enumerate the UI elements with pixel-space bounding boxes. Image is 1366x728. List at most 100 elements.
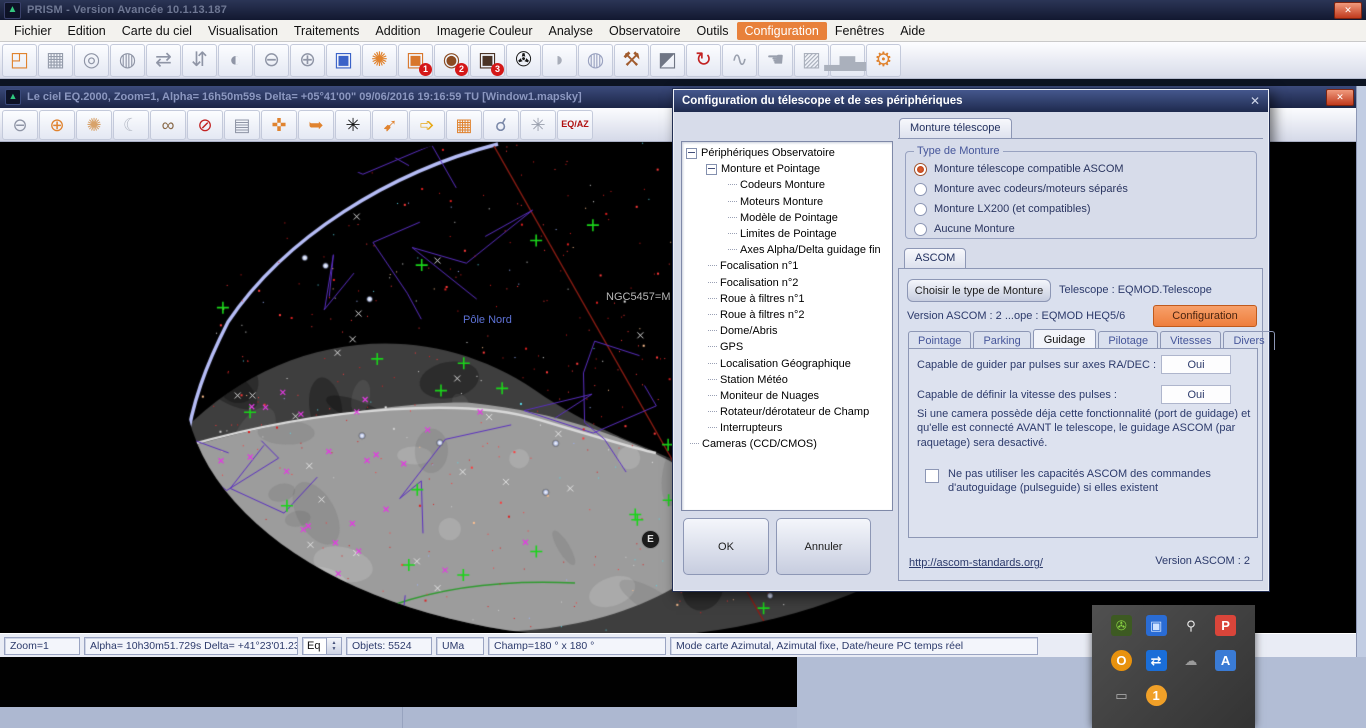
radio-option[interactable]: Aucune Monture	[914, 219, 1248, 239]
gears-icon[interactable]: ⚙	[866, 44, 901, 77]
calib-icon[interactable]: ◩	[650, 44, 685, 77]
menu-traitements[interactable]: Traitements	[286, 22, 368, 40]
spinner-icons[interactable]: ▲ ▼	[326, 638, 341, 654]
forbid-icon[interactable]: ⊘	[187, 110, 223, 140]
compress-gray-icon[interactable]: ✳	[520, 110, 556, 140]
tab-ascom[interactable]: ASCOM	[904, 248, 966, 268]
drop-icon[interactable]: ◗	[542, 44, 577, 77]
binoculars-icon[interactable]: ∞	[150, 110, 186, 140]
tree-item[interactable]: Moteurs Monture	[682, 194, 892, 210]
menu-fenetres[interactable]: Fenêtres	[827, 22, 892, 40]
expand-icon[interactable]: ✜	[261, 110, 297, 140]
menu-carte-du-ciel[interactable]: Carte du ciel	[114, 22, 200, 40]
telescope-icon[interactable]: ✇	[506, 44, 541, 77]
radio-option[interactable]: Monture télescope compatible ASCOM	[914, 159, 1248, 179]
menu-edition[interactable]: Edition	[60, 22, 114, 40]
curve-icon[interactable]: ∿	[722, 44, 757, 77]
zoom-in-icon[interactable]: ⊕	[290, 44, 325, 77]
nvidia-tray-icon[interactable]: ✇	[1111, 615, 1132, 636]
tree-item[interactable]: Roue à filtres n°1	[682, 291, 892, 307]
save-icon[interactable]: ▦	[38, 44, 73, 77]
tree-item[interactable]: Roue à filtres n°2	[682, 307, 892, 323]
rotate-icon[interactable]: ↻	[686, 44, 721, 77]
menu-imagerie-couleur[interactable]: Imagerie Couleur	[429, 22, 541, 40]
print-icon[interactable]: ▤	[224, 110, 260, 140]
flip-arrow-icon[interactable]: ➥	[298, 110, 334, 140]
tree-item[interactable]: Focalisation n°1	[682, 258, 892, 274]
tab-monture-telescope[interactable]: Monture télescope	[899, 118, 1012, 139]
pulseguide-checkbox[interactable]	[925, 469, 939, 483]
menu-observatoire[interactable]: Observatoire	[601, 22, 689, 40]
tree-item[interactable]: Monture et Pointage	[682, 161, 892, 177]
flip-horizontal-icon[interactable]: ⇄	[146, 44, 181, 77]
radio-option[interactable]: Monture avec codeurs/moteurs séparés	[914, 179, 1248, 199]
menu-analyse[interactable]: Analyse	[541, 22, 601, 40]
usb-tray-icon[interactable]: ⚲	[1180, 615, 1201, 636]
tree-item[interactable]: Focalisation n°2	[682, 275, 892, 291]
histogram-icon[interactable]: ▂▅▃	[830, 44, 865, 77]
avira-tray-icon[interactable]: O	[1111, 650, 1132, 671]
crescent-icon[interactable]: ☾	[113, 110, 149, 140]
step-arrow-icon[interactable]: ➩	[409, 110, 445, 140]
tree-item[interactable]: Périphériques Observatoire	[682, 145, 892, 161]
menu-aide[interactable]: Aide	[892, 22, 933, 40]
map-zoom-out-icon[interactable]: ⊖	[2, 110, 38, 140]
eq-az-icon[interactable]: EQ/AZ	[557, 110, 593, 140]
ascom-standards-link[interactable]: http://ascom-standards.org/	[909, 557, 1043, 569]
menu-fichier[interactable]: Fichier	[6, 22, 60, 40]
tree-expand-icon[interactable]	[686, 148, 697, 159]
choose-mount-button[interactable]: Choisir le type de Monture	[907, 279, 1051, 302]
menu-configuration[interactable]: Configuration	[737, 22, 827, 40]
wrench-icon[interactable]: ⚒	[614, 44, 649, 77]
updates-tray-icon[interactable]: 1	[1146, 685, 1167, 706]
hand-icon[interactable]: ☚	[758, 44, 793, 77]
camera-1-icon[interactable]: ▣ 1	[398, 44, 433, 77]
tree-item[interactable]: Rotateur/dérotateur de Champ	[682, 404, 892, 420]
teamviewer-tray-icon[interactable]: ⇄	[1146, 650, 1167, 671]
translator-tray-icon[interactable]: A	[1215, 650, 1236, 671]
dialog-close-icon[interactable]: ✕	[1250, 94, 1260, 108]
solar-system-icon[interactable]: ☌	[483, 110, 519, 140]
tree-item[interactable]: Interrupteurs	[682, 420, 892, 436]
tree-item[interactable]: Limites de Pointage	[682, 226, 892, 242]
tree-item[interactable]: GPS	[682, 339, 892, 355]
gear-disc-icon[interactable]: ✺	[362, 44, 397, 77]
preview-zoom-icon[interactable]: ▣	[326, 44, 361, 77]
spinner-down-icon[interactable]: ▼	[332, 646, 337, 652]
tree-item[interactable]: Dome/Abris	[682, 323, 892, 339]
tree-item[interactable]: Modèle de Pointage	[682, 210, 892, 226]
map-zoom-in-icon[interactable]: ⊕	[39, 110, 75, 140]
map-gear-icon[interactable]: ✺	[76, 110, 112, 140]
configuration-button[interactable]: Configuration	[1153, 305, 1257, 327]
contrast-icon[interactable]: ◐	[218, 44, 253, 77]
camera-3-icon[interactable]: ▣ 3	[470, 44, 505, 77]
search-image-icon[interactable]: ◎	[74, 44, 109, 77]
menu-visualisation[interactable]: Visualisation	[200, 22, 286, 40]
device-tray-icon[interactable]: ▭	[1111, 685, 1132, 706]
info-globe-icon[interactable]: ◍	[110, 44, 145, 77]
open-image-icon[interactable]: ◰	[2, 44, 37, 77]
sky-sphere-icon[interactable]: ◍	[578, 44, 613, 77]
ok-button[interactable]: OK	[683, 518, 769, 575]
tree-item[interactable]: Station Météo	[682, 372, 892, 388]
tree-item[interactable]: Moniteur de Nuages	[682, 388, 892, 404]
ephemeris-table-icon[interactable]: ▦	[446, 110, 482, 140]
flip-vertical-icon[interactable]: ⇵	[182, 44, 217, 77]
close-icon[interactable]: ✕	[1334, 2, 1362, 19]
tree-item[interactable]: Axes Alpha/Delta guidage fin	[682, 242, 892, 258]
sky-close-icon[interactable]: ✕	[1326, 89, 1354, 106]
cancel-button[interactable]: Annuler	[776, 518, 871, 575]
tree-item[interactable]: Cameras (CCD/CMOS)	[682, 436, 892, 452]
swoosh-arrow-icon[interactable]: ➹	[372, 110, 408, 140]
prism-tray-icon[interactable]: P	[1215, 615, 1236, 636]
menu-outils[interactable]: Outils	[689, 22, 737, 40]
tree-item[interactable]: Codeurs Monture	[682, 177, 892, 193]
frame-select[interactable]: Eq ▲ ▼	[302, 637, 342, 655]
subtab-guidage[interactable]: Guidage	[1033, 329, 1097, 350]
camera-2-icon[interactable]: ◉ 2	[434, 44, 469, 77]
dialog-titlebar[interactable]: Configuration du télescope et de ses pér…	[674, 90, 1268, 112]
compress-icon[interactable]: ✳	[335, 110, 371, 140]
tree-item[interactable]: Localisation Géographique	[682, 355, 892, 371]
menu-addition[interactable]: Addition	[367, 22, 428, 40]
onedrive-tray-icon[interactable]: ☁	[1180, 650, 1201, 671]
